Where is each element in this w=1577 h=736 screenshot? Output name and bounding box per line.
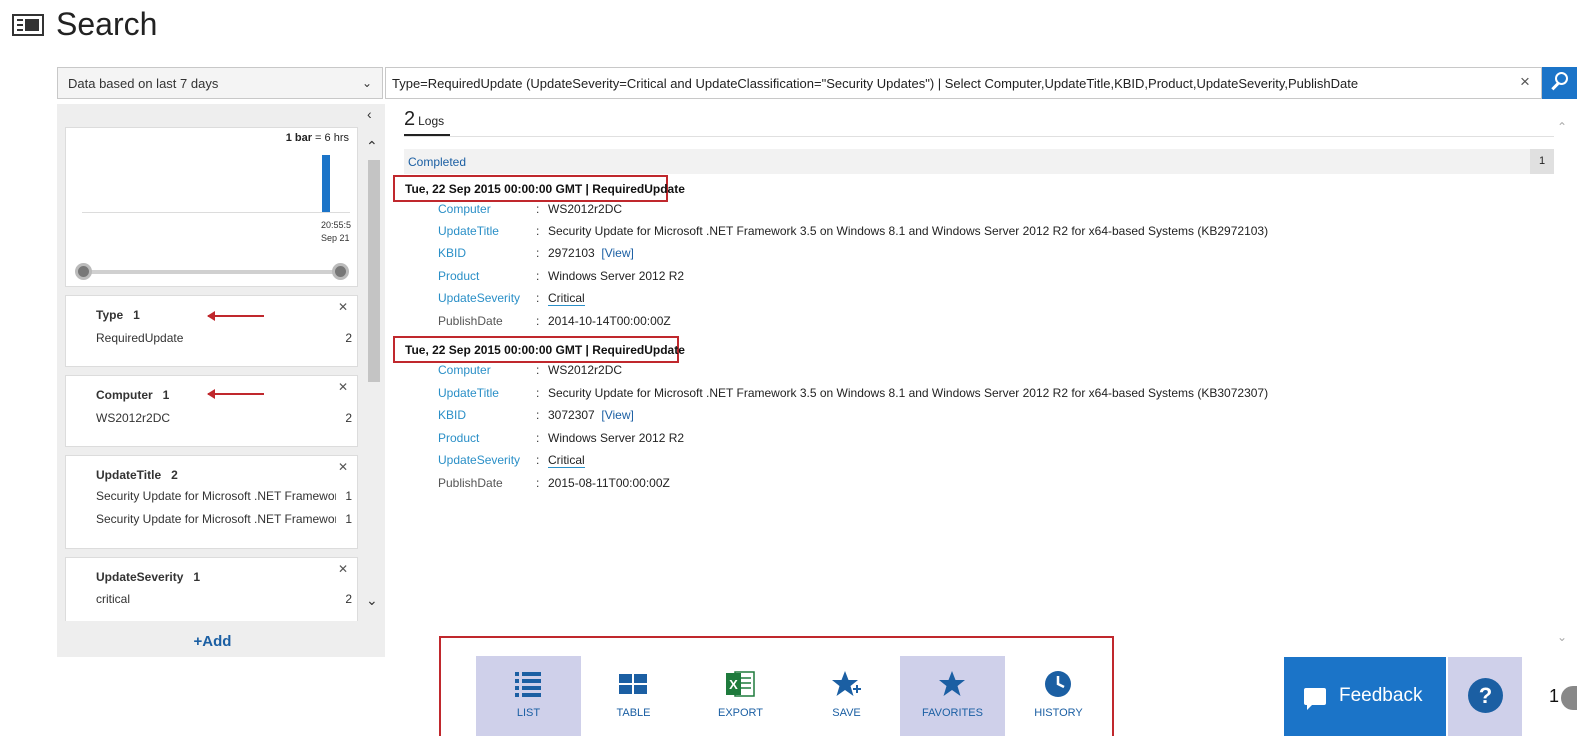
results-scroll-up-icon[interactable]: ⌃ [1557, 120, 1567, 134]
query-status: Completed [408, 155, 467, 169]
list-view-button[interactable]: LIST [476, 656, 581, 736]
close-icon[interactable]: ✕ [338, 562, 348, 576]
query-status-bar: Completed 1 [404, 149, 1554, 174]
annotation-arrow [207, 311, 264, 321]
page-title: Search [56, 6, 158, 42]
excel-icon: X [726, 671, 755, 697]
annotation-arrow [207, 389, 264, 399]
record-field-publish-date: PublishDate:2015-08-11T00:00:00Z [438, 476, 670, 490]
close-icon[interactable]: ✕ [338, 460, 348, 474]
query-input[interactable]: Type=RequiredUpdate (UpdateSeverity=Crit… [385, 67, 1542, 99]
results-scroll-down-icon[interactable]: ⌄ [1557, 630, 1567, 644]
avatar[interactable] [1561, 686, 1577, 710]
facet-update-severity: UpdateSeverity 1 ✕ critical 2 [65, 557, 358, 621]
facet-row[interactable]: Security Update for Microsoft .NET Frame… [96, 512, 352, 526]
help-icon: ? [1468, 678, 1503, 713]
time-range-label: Data based on last 7 days [68, 76, 219, 91]
table-icon [619, 674, 647, 694]
record-field-product: Product: Windows Server 2012 R2 [438, 431, 685, 445]
record-header[interactable]: Tue, 22 Sep 2015 00:00:00 GMT | Required… [393, 175, 685, 202]
facet-type: Type 1 ✕ RequiredUpdate 2 [65, 295, 358, 367]
table-view-button[interactable]: TABLE [581, 656, 686, 736]
time-range-slider[interactable] [82, 270, 342, 274]
scroll-up-icon[interactable]: ⌃ [366, 138, 378, 155]
search-window-icon [12, 13, 44, 36]
export-button[interactable]: X EXPORT [688, 656, 793, 736]
record-field-kbid: KBID:3072307 [View] [438, 408, 634, 422]
record-field-computer: Computer: WS2012r2DC [438, 363, 623, 377]
kb-view-link[interactable]: [View] [601, 408, 633, 422]
facet-row[interactable]: RequiredUpdate 2 [96, 331, 352, 345]
corner-number: 1 [1549, 686, 1560, 706]
severity-link[interactable]: Critical [548, 291, 585, 306]
kb-view-link[interactable]: [View] [601, 246, 633, 260]
severity-link[interactable]: Critical [548, 453, 585, 468]
facet-update-title: UpdateTitle 2 ✕ Security Update for Micro… [65, 455, 358, 549]
record-field-publish-date: PublishDate:2014-10-14T00:00:00Z [438, 314, 671, 328]
favorites-button[interactable]: FAVORITES [900, 656, 1005, 736]
page-header: Search [12, 6, 157, 43]
histogram-tick-time: 20:55:5 [321, 220, 352, 230]
log-search-page: Search Data based on last 7 days ⌄ Type=… [0, 0, 1577, 736]
facet-row[interactable]: critical 2 [96, 592, 352, 606]
histogram-tick-date: Sep 21 [321, 233, 350, 243]
histogram-legend: 1 bar = 6 hrs [285, 132, 349, 144]
results-count: 2 Logs [404, 108, 445, 130]
close-icon[interactable]: ✕ [338, 300, 348, 314]
record-field-kbid: KBID:2972103 [View] [438, 246, 634, 260]
slider-handle-end[interactable] [332, 263, 349, 280]
record-field-severity: UpdateSeverity: Critical [438, 291, 585, 306]
feedback-button[interactable]: Feedback [1284, 657, 1446, 736]
save-button[interactable]: SAVE [794, 656, 899, 736]
speech-bubble-icon [1304, 688, 1326, 710]
clear-query-icon[interactable]: × [1520, 72, 1530, 92]
facet-title: Type 1 [96, 308, 140, 322]
search-icon-handle [1551, 82, 1559, 90]
record-field-update-title: UpdateTitle: Security Update for Microsof… [438, 224, 1269, 238]
record-field-computer: Computer: WS2012r2DC [438, 202, 623, 216]
svg-text:X: X [729, 677, 738, 692]
collapse-panel-icon[interactable]: ‹ [367, 106, 372, 122]
histogram-bar[interactable] [322, 155, 330, 212]
scroll-down-icon[interactable]: ⌄ [366, 592, 378, 609]
results-divider [404, 136, 1554, 137]
add-facet-button[interactable]: +Add [57, 633, 368, 650]
slider-handle-start[interactable] [75, 263, 92, 280]
time-histogram: 1 bar = 6 hrs 20:55:5 Sep 21 [65, 127, 358, 287]
record-field-update-title: UpdateTitle: Security Update for Microsof… [438, 386, 1269, 400]
help-button[interactable]: ? [1448, 657, 1522, 736]
page-number[interactable]: 1 [1530, 149, 1554, 174]
list-icon [515, 672, 541, 697]
histogram-baseline [82, 212, 350, 213]
facet-title: UpdateTitle 2 [96, 468, 178, 482]
star-icon [939, 671, 965, 696]
facet-title: UpdateSeverity 1 [96, 570, 201, 584]
facet-computer: Computer 1 ✕ WS2012r2DC 2 [65, 375, 358, 447]
search-button[interactable] [1542, 67, 1577, 99]
filter-panel-scrollbar[interactable] [368, 160, 380, 382]
facet-row[interactable]: WS2012r2DC 2 [96, 411, 352, 425]
clock-icon [1045, 671, 1071, 697]
star-plus-icon [832, 671, 861, 696]
record-field-product: Product: Windows Server 2012 R2 [438, 269, 685, 283]
record-field-severity: UpdateSeverity: Critical [438, 453, 585, 468]
history-button[interactable]: HISTORY [1006, 656, 1111, 736]
close-icon[interactable]: ✕ [338, 380, 348, 394]
chevron-down-icon: ⌄ [361, 76, 372, 90]
facet-title: Computer 1 [96, 388, 170, 402]
facet-row[interactable]: Security Update for Microsoft .NET Frame… [96, 489, 352, 503]
record-header[interactable]: Tue, 22 Sep 2015 00:00:00 GMT | Required… [393, 336, 685, 363]
time-range-select[interactable]: Data based on last 7 days ⌄ [57, 67, 383, 99]
